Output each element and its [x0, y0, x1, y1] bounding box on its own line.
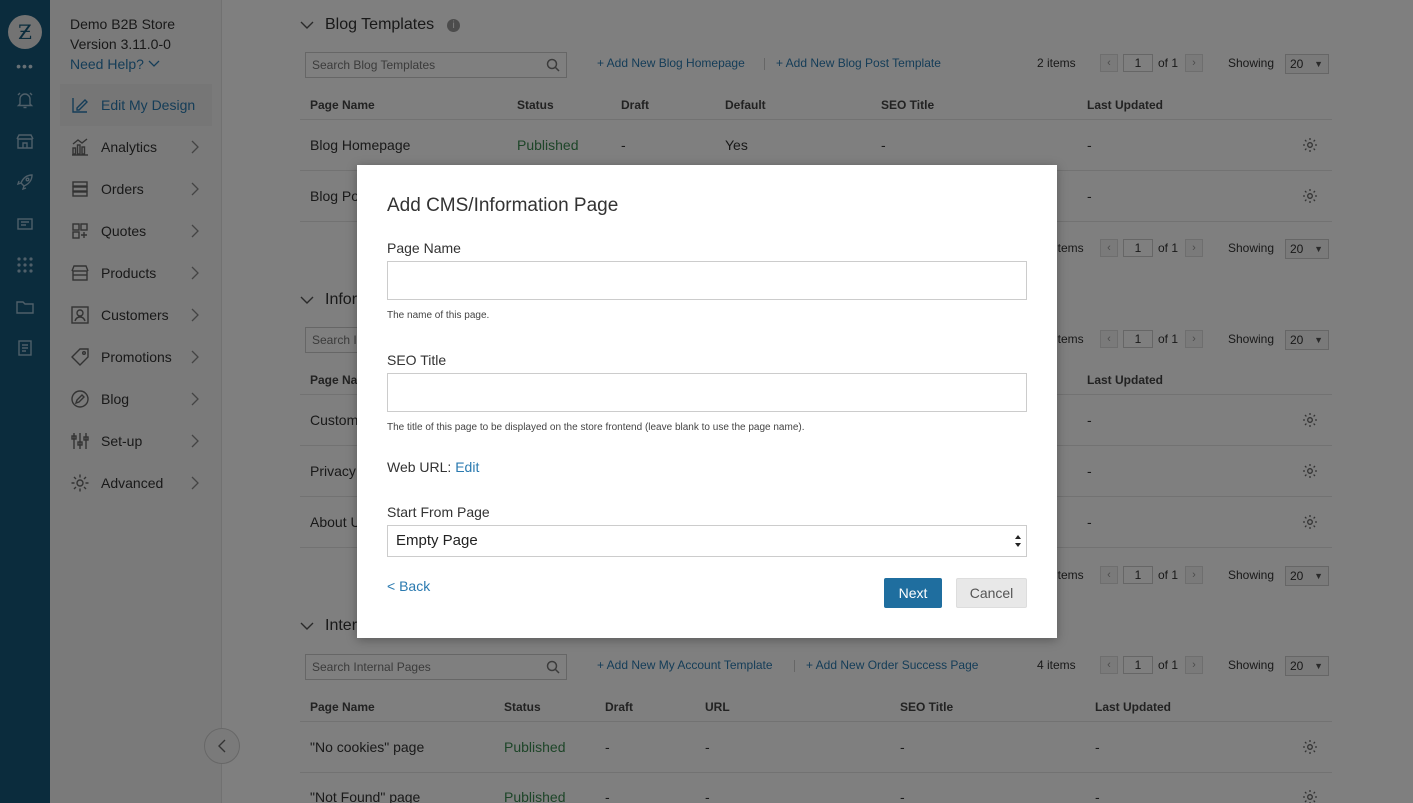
web-url-edit-link[interactable]: Edit	[455, 459, 479, 475]
start-from-page-value: Empty Page	[396, 532, 478, 549]
select-arrows-icon	[1015, 535, 1021, 547]
seo-title-help: The title of this page to be displayed o…	[387, 422, 805, 433]
web-url-label: Web URL:	[387, 459, 452, 475]
seo-title-input[interactable]	[387, 373, 1027, 412]
start-from-page-select[interactable]: Empty Page	[387, 525, 1027, 557]
web-url-row: Web URL: Edit	[387, 459, 479, 475]
cancel-button[interactable]: Cancel	[956, 578, 1027, 608]
page-name-help: The name of this page.	[387, 310, 490, 321]
modal-title: Add CMS/Information Page	[387, 195, 619, 216]
seo-title-label: SEO Title	[387, 352, 447, 368]
page-name-label: Page Name	[387, 240, 461, 256]
next-button[interactable]: Next	[884, 578, 942, 608]
start-from-page-label: Start From Page	[387, 504, 490, 520]
add-cms-page-modal: Add CMS/Information Page Page Name The n…	[357, 165, 1057, 638]
back-link[interactable]: < Back	[387, 578, 430, 594]
page-name-input[interactable]	[387, 261, 1027, 300]
